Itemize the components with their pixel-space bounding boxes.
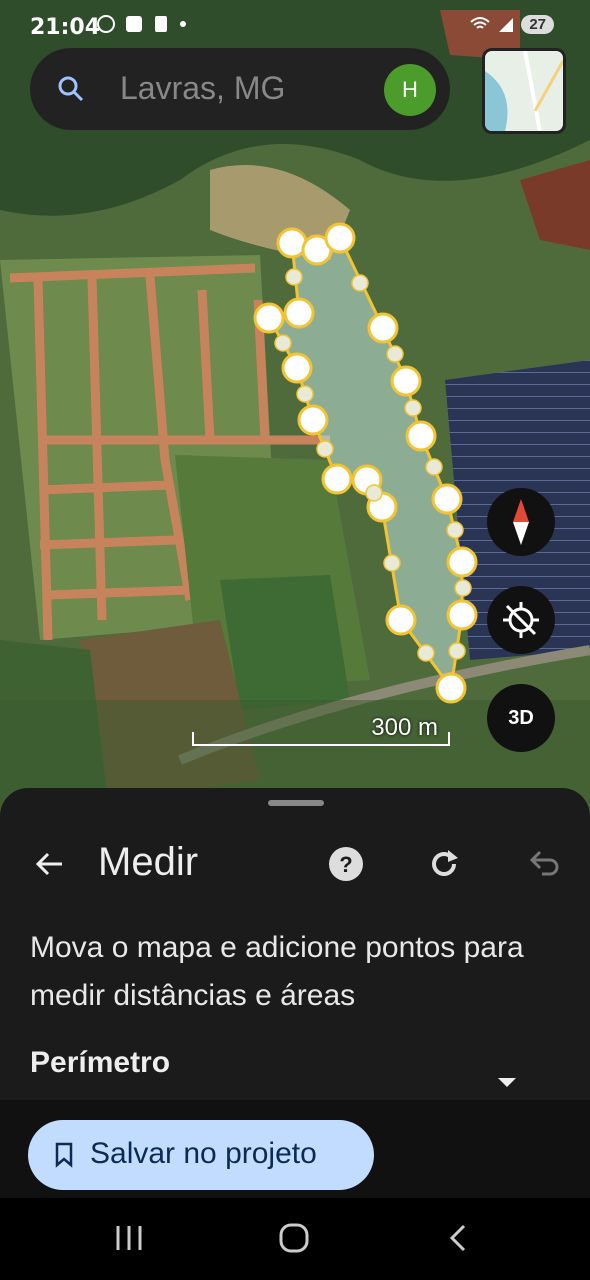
reset-icon[interactable]: [426, 846, 462, 882]
recent-apps-icon[interactable]: [114, 1222, 144, 1254]
system-icons: 27: [469, 14, 554, 34]
map-layer-thumbnail-icon: [485, 51, 563, 131]
perimeter-label: Perímetro: [30, 1046, 171, 1079]
view-3d-button[interactable]: 3D: [487, 684, 555, 752]
location-disabled-icon: [503, 602, 539, 638]
map-layers-button[interactable]: [482, 48, 566, 134]
help-icon[interactable]: ?: [328, 846, 364, 882]
scale-bar: [192, 732, 450, 746]
sheet-drag-handle[interactable]: [268, 800, 324, 806]
compass-icon: [513, 499, 529, 545]
status-time: 21:04: [30, 15, 101, 40]
battery-indicator: 27: [521, 14, 554, 34]
status-bar: 21:04 27: [0, 0, 590, 48]
home-app-icon: [126, 16, 142, 32]
page-title: Medir: [98, 840, 199, 884]
my-location-button[interactable]: [487, 586, 555, 654]
notification-icons: [96, 14, 188, 34]
system-nav-bar: [0, 1198, 590, 1280]
document-icon: [155, 16, 167, 32]
back-arrow-icon[interactable]: [34, 848, 66, 880]
account-avatar[interactable]: H: [384, 64, 436, 116]
dot-icon: [180, 21, 186, 27]
signal-icon: [499, 18, 514, 32]
action-footer: Salvar no projeto: [0, 1100, 590, 1198]
undo-icon[interactable]: [524, 846, 560, 882]
back-nav-icon[interactable]: [446, 1222, 470, 1254]
compass-button[interactable]: [487, 488, 555, 556]
map-scale: 300 m: [190, 712, 452, 752]
bookmark-icon: [55, 1142, 73, 1168]
save-button-label: Salvar no projeto: [90, 1137, 317, 1170]
save-to-project-button[interactable]: Salvar no projeto: [28, 1120, 374, 1190]
whatsapp-icon: [97, 15, 115, 33]
wifi-icon: [470, 17, 490, 29]
search-input[interactable]: Lavras, MG: [120, 70, 285, 107]
chevron-down-icon[interactable]: [494, 1074, 520, 1090]
search-icon: [58, 76, 84, 102]
scale-label: 300 m: [371, 714, 438, 741]
svg-text:?: ?: [339, 852, 352, 877]
measure-instructions: Mova o mapa e adicione pontos para medir…: [30, 931, 524, 1012]
search-bar[interactable]: Lavras, MG H: [30, 48, 450, 130]
home-icon[interactable]: [278, 1222, 310, 1254]
